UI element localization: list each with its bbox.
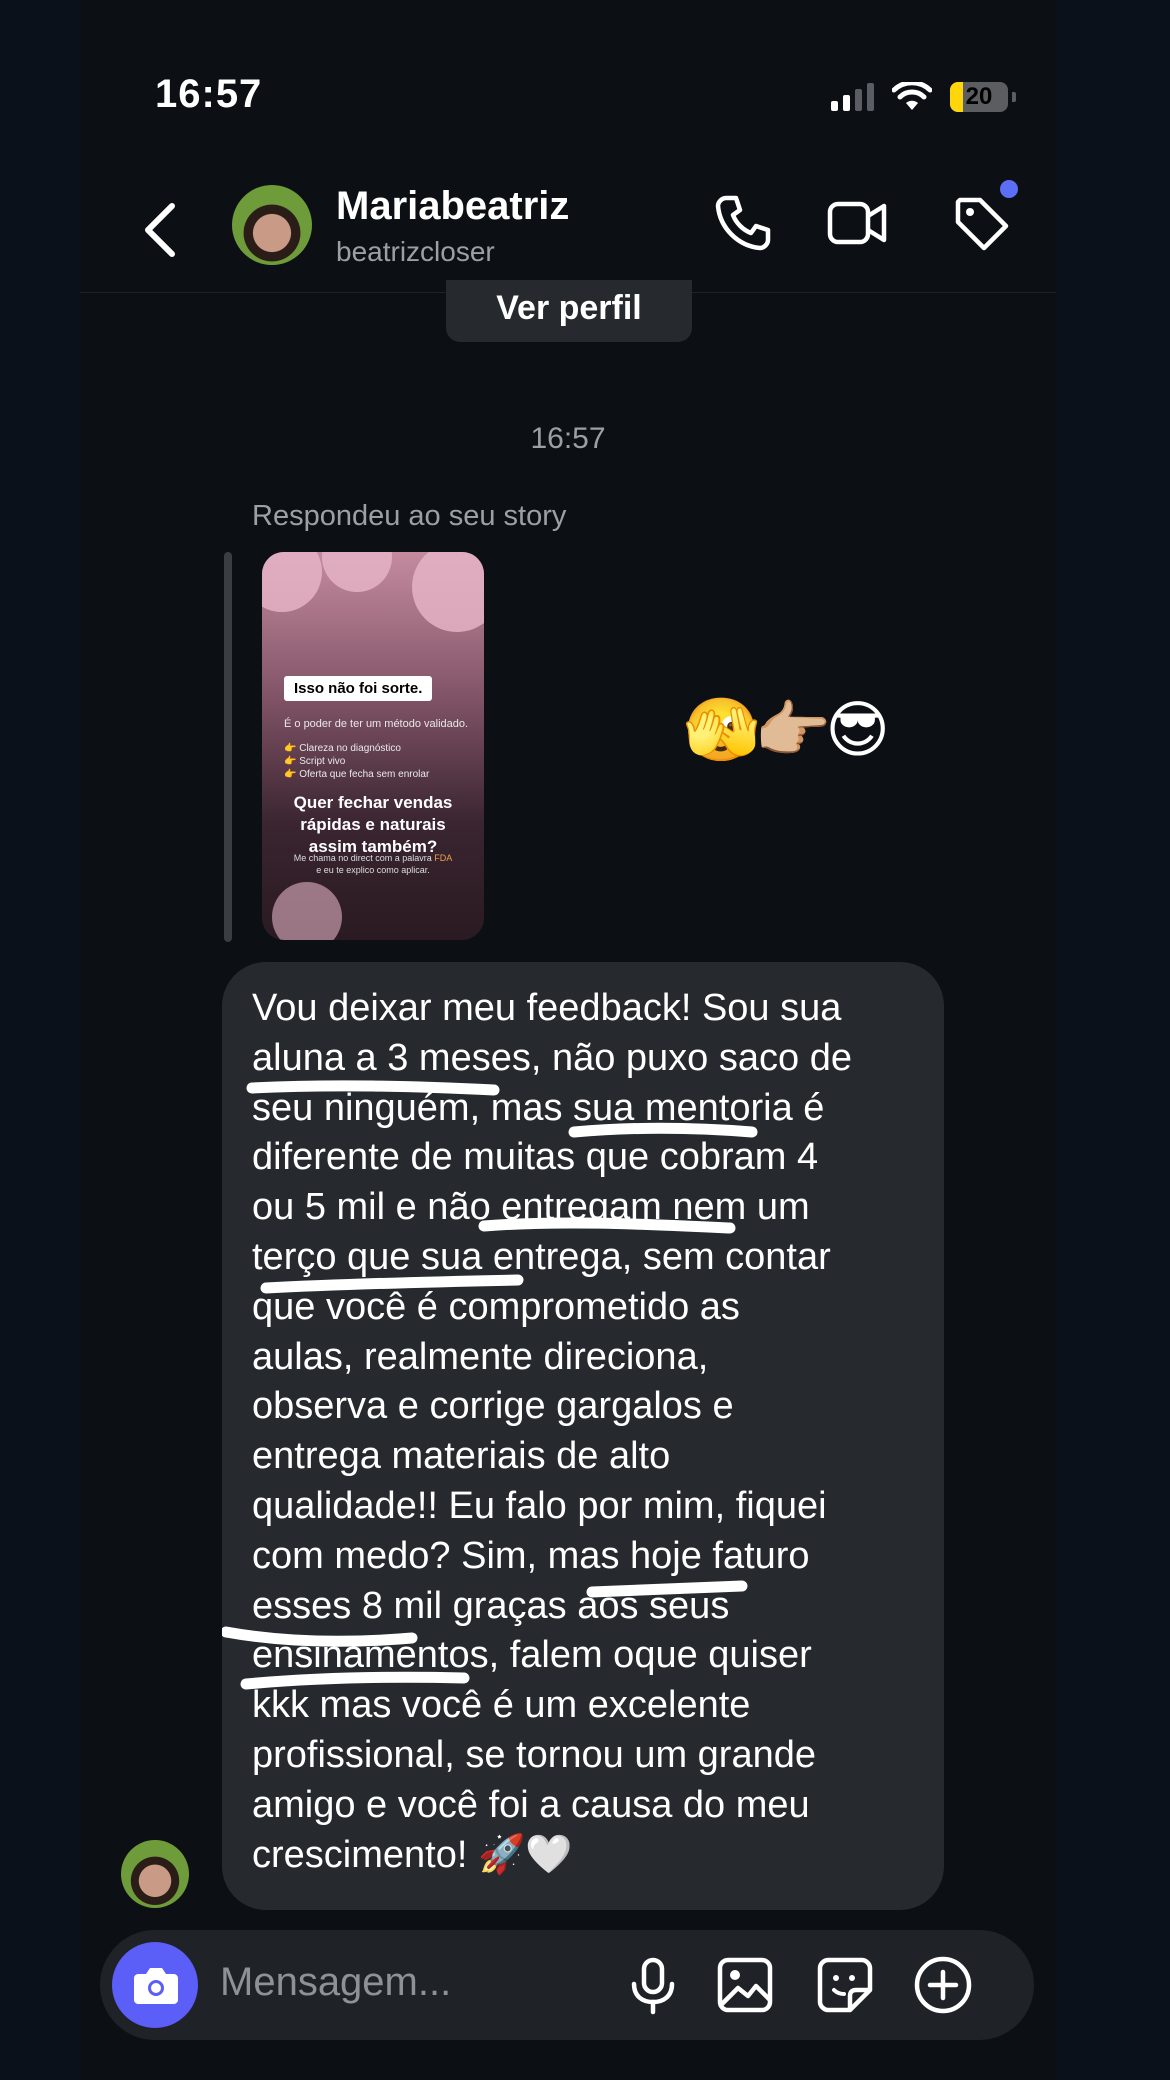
story-thumbnail[interactable]: Isso não foi sorte. É o poder de ter um … — [262, 552, 484, 940]
camera-button[interactable] — [112, 1942, 198, 2028]
signal-icon — [831, 83, 874, 111]
camera-icon — [134, 1968, 178, 2004]
battery-cap — [1012, 92, 1016, 102]
microphone-icon[interactable] — [620, 1952, 686, 2018]
contact-handle[interactable]: beatrizcloser — [336, 236, 495, 268]
story-footer-text: e eu te explico como aplicar. — [316, 865, 430, 875]
battery-icon: 20 — [950, 82, 1008, 112]
status-time: 16:57 — [155, 72, 263, 116]
tag-icon[interactable] — [950, 192, 1012, 254]
reply-indicator-bar — [224, 552, 232, 942]
story-subtitle: É o poder de ter um método validado. — [284, 718, 469, 730]
story-footer-text: Me chama no direct com a palavra — [293, 853, 435, 863]
back-arrow-icon[interactable] — [138, 200, 182, 260]
battery-level: 20 — [965, 83, 993, 110]
message-input[interactable]: Mensagem... — [220, 1960, 451, 2005]
add-icon[interactable] — [910, 1952, 976, 2018]
story-headline: Isso não foi sorte. — [284, 676, 433, 701]
sender-avatar[interactable] — [121, 1840, 189, 1908]
story-list: 👉 Clareza no diagnóstico 👉 Script vivo 👉… — [284, 742, 429, 781]
contact-avatar[interactable] — [232, 185, 312, 265]
story-reply-label: Respondeu ao seu story — [252, 500, 567, 532]
chat-screen: 16:57 20 Mariabeatriz beatrizcloser Ver … — [80, 0, 1056, 2080]
message-text: Vou deixar meu feedback! Sou sua aluna a… — [252, 987, 852, 1876]
notification-dot — [1000, 180, 1018, 198]
contact-name[interactable]: Mariabeatriz — [336, 184, 569, 229]
gallery-icon[interactable] — [712, 1952, 778, 2018]
balloon-decoration — [412, 552, 484, 632]
story-question: Quer fechar vendas rápidas e naturais as… — [293, 793, 453, 856]
message-composer: Mensagem... — [100, 1930, 1034, 2040]
sticker-icon[interactable] — [812, 1952, 878, 2018]
story-footer: Me chama no direct com a palavra FDA e eu… — [276, 852, 470, 876]
message-timestamp: 16:57 — [530, 422, 606, 455]
story-list-item: 👉 Script vivo — [284, 756, 346, 767]
balloon-decoration — [322, 552, 392, 592]
story-footer-keyword: FDA — [434, 853, 453, 863]
balloon-decoration — [272, 882, 342, 940]
phone-call-icon[interactable] — [712, 192, 774, 254]
balloon-decoration — [262, 552, 322, 612]
view-profile-button[interactable]: Ver perfil — [446, 280, 692, 342]
story-list-item: 👉 Oferta que fecha sem enrolar — [284, 769, 430, 780]
status-icons: 20 — [831, 82, 1016, 112]
reaction-emojis: 🫣👉🏼😎 — [683, 696, 890, 765]
video-call-icon[interactable] — [826, 192, 888, 254]
wifi-icon — [892, 82, 932, 110]
chat-header: Mariabeatriz beatrizcloser — [80, 170, 1056, 293]
story-list-item: 👉 Clareza no diagnóstico — [284, 743, 401, 754]
message-bubble[interactable]: Vou deixar meu feedback! Sou sua aluna a… — [222, 962, 944, 1910]
